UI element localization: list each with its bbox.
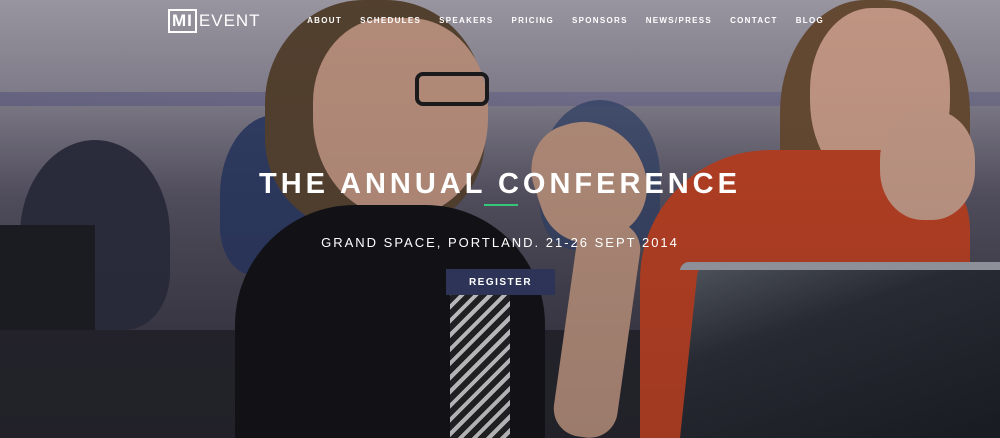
hero-section: MI EVENT ABOUT SCHEDULES SPEAKERS PRICIN… (0, 0, 1000, 438)
main-nav: ABOUT SCHEDULES SPEAKERS PRICING SPONSOR… (307, 16, 824, 25)
nav-blog[interactable]: BLOG (796, 16, 824, 25)
logo-text: EVENT (198, 11, 261, 30)
register-button[interactable]: REGISTER (446, 269, 555, 295)
nav-schedules[interactable]: SCHEDULES (360, 16, 421, 25)
logo-mark: MI (168, 9, 197, 33)
nav-sponsors[interactable]: SPONSORS (572, 16, 628, 25)
nav-contact[interactable]: CONTACT (730, 16, 778, 25)
title-accent-divider (484, 204, 518, 206)
hero-title: THE ANNUAL CONFERENCE (259, 168, 741, 200)
nav-news-press[interactable]: NEWS/PRESS (646, 16, 712, 25)
logo[interactable]: MI EVENT (168, 8, 261, 34)
nav-speakers[interactable]: SPEAKERS (439, 16, 493, 25)
nav-pricing[interactable]: PRICING (512, 16, 554, 25)
hero-subtitle: GRAND SPACE, PORTLAND. 21-26 SEPT 2014 (321, 235, 679, 250)
nav-about[interactable]: ABOUT (307, 16, 342, 25)
